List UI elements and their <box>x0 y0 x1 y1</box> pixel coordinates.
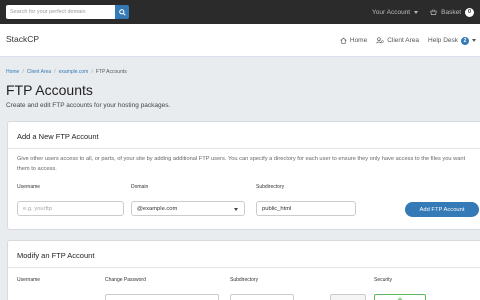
your-account-menu[interactable]: Your Account <box>372 8 419 16</box>
search-icon <box>118 8 126 16</box>
username-label: Username <box>17 184 41 190</box>
security-toggle[interactable] <box>374 294 426 300</box>
nav-help-desk[interactable]: Help Desk 2 <box>428 36 476 45</box>
add-card-description: Give other users access to all, or parts… <box>17 156 466 172</box>
page-subtitle: Create and edit FTP accounts for your ho… <box>6 102 171 109</box>
account-subdirectory-input[interactable] <box>230 294 294 300</box>
nav-home-label: Home <box>349 37 368 44</box>
breadcrumb-separator: / <box>54 69 56 75</box>
column-change-password: Change Password <box>105 277 146 283</box>
breadcrumb: Home / Client Area / example.com / FTP A… <box>6 69 127 75</box>
column-security: Security <box>374 277 393 283</box>
page-title: FTP Accounts <box>6 82 93 98</box>
logo[interactable]: StackCP <box>6 34 39 44</box>
breadcrumb-client-area[interactable]: Client Area <box>27 69 51 75</box>
nav-client-area-label: Client Area <box>387 37 420 44</box>
breadcrumb-separator: / <box>22 69 24 75</box>
nav-help-desk-label: Help Desk <box>428 37 458 44</box>
domain-select[interactable]: @example.com <box>131 201 245 216</box>
basket-label: Basket <box>441 8 461 16</box>
domain-search <box>6 5 129 19</box>
search-button[interactable] <box>115 5 129 19</box>
domain-label: Domain <box>131 184 149 190</box>
nav-client-area[interactable]: Client Area <box>376 37 419 44</box>
username-input[interactable]: e.g. yourftp <box>17 201 124 216</box>
help-desk-badge: 2 <box>461 36 469 45</box>
your-account-label: Your Account <box>372 8 411 16</box>
subdirectory-input[interactable]: public_html <box>256 201 356 216</box>
user-settings-icon <box>376 37 384 44</box>
modify-card-title: Modify an FTP Account <box>8 241 480 268</box>
subdirectory-label: Subdirectory <box>256 184 285 190</box>
chevron-down-icon <box>414 10 419 14</box>
chevron-down-icon <box>234 208 238 211</box>
domain-select-value: @example.com <box>137 205 178 212</box>
change-password-input[interactable] <box>105 294 219 300</box>
top-bar: Your Account Basket 0 <box>0 0 480 24</box>
home-icon <box>340 37 347 44</box>
breadcrumb-separator: / <box>91 69 93 75</box>
chevron-down-icon <box>472 39 476 42</box>
add-ftp-account-button[interactable]: Add FTP Account <box>405 202 479 217</box>
basket-count-badge: 0 <box>465 7 474 17</box>
main-nav: Home Client Area Help Desk 2 <box>340 24 476 57</box>
nav-home[interactable]: Home <box>340 37 367 44</box>
site-header: StackCP Home Client Area Help Desk 2 <box>0 24 480 57</box>
add-ftp-account-card: Add a New FTP Account Give other users a… <box>7 121 480 230</box>
breadcrumb-domain[interactable]: example.com <box>59 69 89 75</box>
modify-ftp-account-card: Modify an FTP Account Username Change Pa… <box>7 240 480 300</box>
basket-link[interactable]: Basket 0 <box>430 7 474 17</box>
breadcrumb-current: FTP Accounts <box>95 69 127 75</box>
basket-icon <box>430 8 437 15</box>
update-button[interactable] <box>330 294 366 300</box>
breadcrumb-home[interactable]: Home <box>6 69 19 75</box>
add-card-title: Add a New FTP Account <box>8 122 480 149</box>
column-subdirectory: Subdirectory <box>230 277 259 283</box>
column-username: Username <box>17 277 41 283</box>
domain-search-input[interactable] <box>6 5 115 19</box>
